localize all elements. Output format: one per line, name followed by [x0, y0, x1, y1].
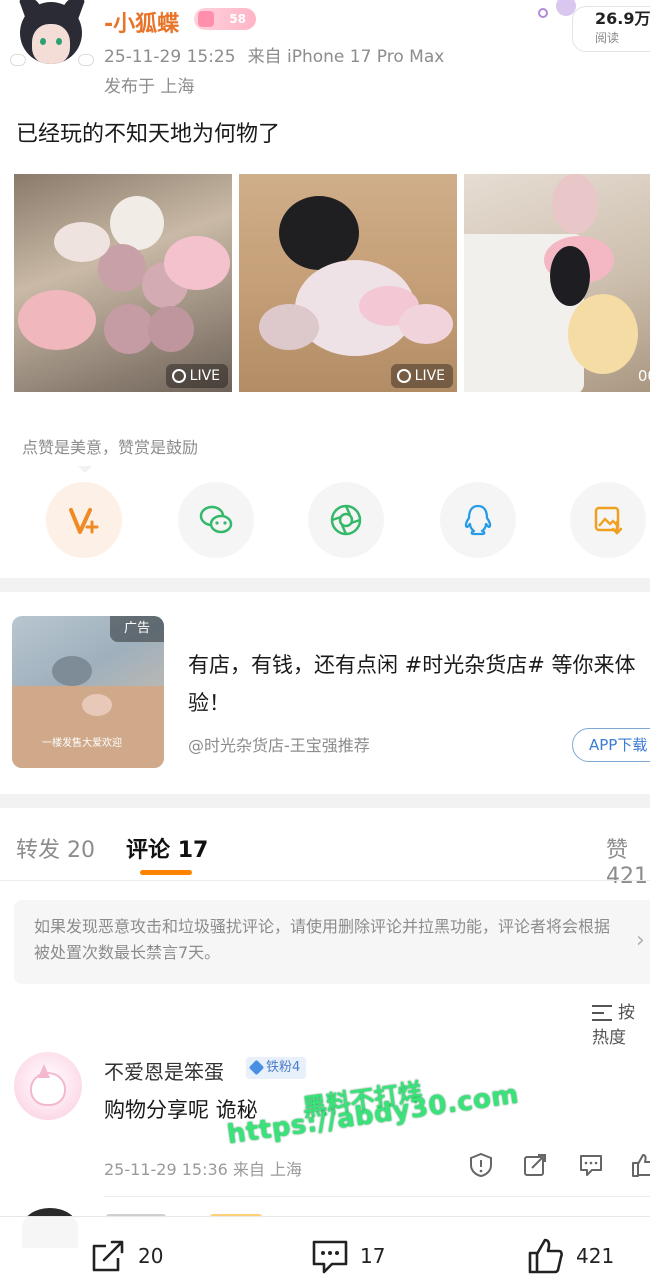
tab-repost[interactable]: 转发 20 — [16, 832, 95, 864]
ad-source[interactable]: @时光杂货店-王宝强推荐 — [188, 732, 370, 756]
vip-icon — [198, 11, 214, 27]
reward-tip: 点赞是美意，赞赏是鼓励 — [22, 438, 199, 457]
tab-like-label: 赞 — [606, 838, 629, 863]
post-image-1[interactable]: LIVE — [14, 174, 232, 392]
comment-meta: 25-11-29 15:36 来自 上海 — [104, 1156, 302, 1180]
post-image-3[interactable]: 00: — [464, 174, 650, 392]
avatar-bow-right — [78, 54, 94, 66]
like-button[interactable]: 421 — [526, 1236, 614, 1276]
comment-notice: 如果发现恶意攻击和垃圾骚扰评论，请使用删除评论并拉黑功能，评论者将会根据被处置次… — [14, 900, 650, 984]
post-date: 25-11-29 15:25 — [104, 47, 236, 67]
save-image-button[interactable] — [570, 482, 646, 558]
tab-repost-label: 转发 — [16, 838, 61, 863]
report-icon[interactable] — [468, 1152, 494, 1178]
wechat-icon — [199, 505, 233, 534]
tab-repost-count: 20 — [67, 838, 96, 863]
tab-comment-label: 评论 — [126, 838, 171, 863]
comment-date: 25-11-29 15:36 — [104, 1160, 228, 1179]
commenter-name[interactable]: 不爱恩是笨蛋 — [104, 1056, 224, 1085]
post-image-2[interactable]: LIVE — [239, 174, 457, 392]
fan-level-badge: 铁粉4 — [246, 1057, 307, 1079]
section-divider — [0, 578, 650, 592]
comment-count: 17 — [360, 1244, 386, 1268]
author-avatar[interactable] — [10, 0, 94, 68]
repost-button[interactable]: 20 — [88, 1236, 163, 1276]
post-meta: 25-11-29 15:25 来自 iPhone 17 Pro Max — [104, 42, 444, 67]
ad-tag: 广告 — [110, 616, 164, 642]
tab-like-count: 421 — [606, 864, 648, 889]
active-tab-indicator — [140, 870, 192, 875]
vip-level-badge[interactable]: 58 — [194, 8, 256, 30]
share-wechat-button[interactable] — [178, 482, 254, 558]
avatar-face — [20, 2, 82, 64]
tabs-divider — [0, 880, 650, 881]
read-count: 26.9万 — [595, 9, 650, 28]
repost-comment-icon[interactable] — [522, 1152, 548, 1178]
commenter-avatar[interactable] — [14, 1052, 82, 1120]
author-username[interactable]: -小狐蝶 — [104, 6, 179, 38]
read-label: 阅读 — [595, 31, 620, 45]
ad-app-download-button[interactable]: APP下载 — [572, 728, 650, 762]
reward-v-icon — [69, 508, 99, 534]
like-comment-icon[interactable] — [630, 1152, 650, 1178]
share-moments-button[interactable] — [308, 482, 384, 558]
avatar-bow-left — [10, 54, 26, 66]
live-photo-badge: LIVE — [165, 364, 228, 388]
tip-arrow — [78, 466, 92, 473]
moments-icon — [330, 504, 362, 536]
video-duration: 00: — [637, 367, 650, 385]
vip-level-text: 58 — [229, 12, 246, 26]
like-count: 421 — [576, 1244, 615, 1268]
comment-location: 来自 上海 — [232, 1160, 303, 1179]
section-divider — [0, 794, 650, 808]
comment-icon — [312, 1240, 348, 1274]
share-qq-button[interactable] — [440, 482, 516, 558]
ad-text[interactable]: 有店，有钱，还有点闲 #时光杂货店# 等你来体验！ — [188, 646, 650, 722]
post-text: 已经玩的不知天地为何物了 — [16, 122, 281, 147]
notice-chevron-icon[interactable]: › — [636, 928, 645, 953]
comment-button[interactable]: 17 — [310, 1236, 385, 1276]
tab-comment[interactable]: 评论 17 — [126, 832, 208, 864]
sort-icon — [592, 1005, 612, 1021]
read-count-chip[interactable]: 26.9万 阅读 — [572, 6, 650, 52]
reward-button[interactable] — [46, 482, 122, 558]
thumbs-up-icon — [528, 1238, 563, 1274]
repost-icon — [92, 1240, 124, 1272]
repost-count: 20 — [138, 1244, 164, 1268]
save-image-icon — [594, 506, 623, 535]
tab-comment-count: 17 — [177, 838, 209, 863]
ad-image-caption: 一楼发售大爱欢迎 — [42, 738, 122, 749]
qq-icon — [464, 504, 492, 536]
sort-button[interactable]: 按热度 — [592, 998, 650, 1048]
reply-icon[interactable] — [578, 1152, 604, 1178]
live-photo-badge: LIVE — [390, 364, 453, 388]
comment-divider — [104, 1196, 650, 1197]
post-source: 来自 iPhone 17 Pro Max — [247, 47, 445, 67]
post-location: 发布于 上海 — [104, 77, 195, 97]
